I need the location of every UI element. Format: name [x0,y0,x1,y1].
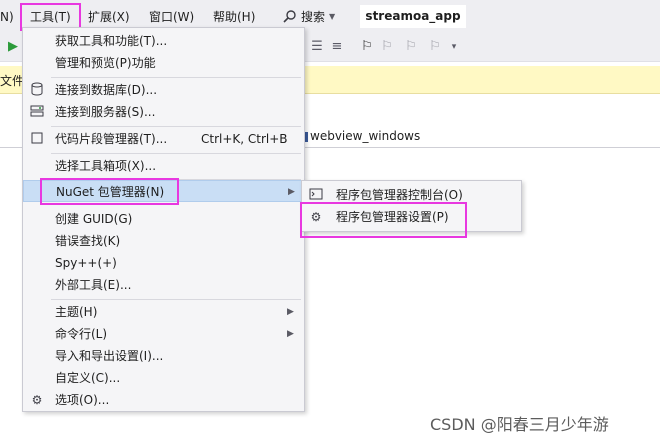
menu-item-label: 选择工具箱项(X)... [55,159,157,173]
menu-item-snippet-manager[interactable]: 代码片段管理器(T)... Ctrl+K, Ctrl+B [23,128,304,150]
menu-item-connect-database[interactable]: 连接到数据库(D)... [23,79,304,101]
bookmark-clear-icon[interactable]: ⚐ [428,39,442,55]
submenu-arrow-icon: ▶ [287,307,294,317]
menu-item-create-guid[interactable]: 创建 GUID(G) [23,208,304,230]
menu-item-label: 管理和预览(P)功能 [55,56,156,70]
settings-highlight [300,202,467,238]
menu-item-error-lookup[interactable]: 错误查找(K) [23,230,304,252]
menu-item-label: 主题(H) [55,305,98,319]
menu-item-import-export[interactable]: 导入和导出设置(I)... [23,345,304,367]
menu-item-connect-server[interactable]: 连接到服务器(S)... [23,101,304,123]
menu-partial-item[interactable]: N) [0,9,14,25]
tools-dropdown-menu: 获取工具和功能(T)... 管理和预览(P)功能 连接到数据库(D)... 连接… [22,27,305,412]
menu-item-external-tools[interactable]: 外部工具(E)... [23,274,304,296]
menu-item-label: 连接到数据库(D)... [55,83,158,97]
search-label: 搜索 [301,9,326,24]
menu-help[interactable]: 帮助(H) [213,9,255,25]
menu-item-label: 错误查找(K) [55,234,121,248]
menu-item-label: Spy++(+) [55,256,117,270]
info-bar-text: 文件 [0,74,25,88]
menu-item-shortcut: Ctrl+K, Ctrl+B [201,132,288,146]
menu-extensions[interactable]: 扩展(X) [88,9,130,25]
bookmark-next-icon[interactable]: ⚐ [404,39,418,55]
gear-icon: ⚙ [31,393,43,407]
menu-item-label: 代码片段管理器(T)... [55,132,168,146]
menu-separator [51,126,301,127]
bookmark-icon[interactable]: ⚐ [360,39,374,55]
toolbar-overflow-icon[interactable]: ▾ [447,39,461,55]
submenu-arrow-icon: ▶ [287,329,294,339]
align-icon[interactable]: ☰ [310,39,324,55]
menu-item-spy[interactable]: Spy++(+) [23,252,304,274]
search-box[interactable]: 搜索 ▼ [283,6,335,26]
bookmark-prev-icon[interactable]: ⚐ [380,39,394,55]
console-icon [308,187,324,203]
chevron-down-icon: ▼ [329,11,336,21]
play-icon[interactable]: ▶ [6,39,20,55]
menu-item-command-line[interactable]: 命令行(L) ▶ [23,323,304,345]
menu-item-label: 外部工具(E)... [55,278,132,292]
document-tab[interactable]: webview_windows [310,129,420,143]
menu-separator [51,299,301,300]
menu-item-label: 创建 GUID(G) [55,212,133,226]
menu-item-label: 获取工具和功能(T)... [55,34,168,48]
comment-icon[interactable]: ≡ [330,39,344,55]
menu-item-get-tools[interactable]: 获取工具和功能(T)... [23,30,304,52]
menu-item-label: 导入和导出设置(I)... [55,349,164,363]
menu-window[interactable]: 窗口(W) [149,9,194,25]
search-icon [283,10,296,23]
menu-item-label: 自定义(C)... [55,371,121,385]
server-icon [29,104,45,120]
menu-item-options[interactable]: ⚙ 选项(O)... [23,389,304,411]
app-title: streamoa_app [360,5,466,28]
database-icon [29,82,45,98]
menu-separator [51,153,301,154]
menu-item-choose-toolbox[interactable]: 选择工具箱项(X)... [23,155,304,177]
menu-item-label: 命令行(L) [55,327,108,341]
menu-item-label: 选项(O)... [55,393,110,407]
watermark: CSDN @阳春三月少年游 [430,415,609,434]
menu-item-customize[interactable]: 自定义(C)... [23,367,304,389]
nuget-highlight [40,178,179,205]
snippet-icon [29,131,45,147]
menu-item-label: 连接到服务器(S)... [55,105,156,119]
menu-item-theme[interactable]: 主题(H) ▶ [23,301,304,323]
menu-item-manage-preview[interactable]: 管理和预览(P)功能 [23,52,304,74]
submenu-arrow-icon: ▶ [288,187,295,197]
submenu-item-label: 程序包管理器控制台(O) [336,188,463,202]
menu-separator [51,77,301,78]
